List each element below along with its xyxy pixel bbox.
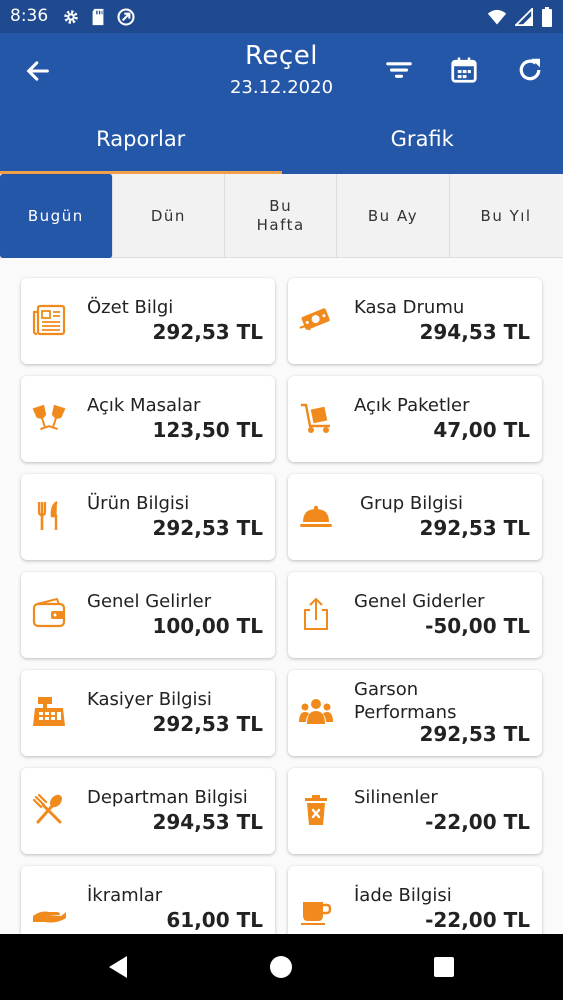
nav-recents-icon[interactable] <box>431 954 457 980</box>
report-cards-grid: Özet Bilgi 292,53 TL Kasa Drumu 294,53 T… <box>0 258 563 934</box>
card-value: -22,00 TL <box>425 908 530 932</box>
app-bar: Reçel 23.12.2020 <box>0 33 563 108</box>
card-value: 61,00 TL <box>166 908 263 932</box>
card-label: Grup Bilgisi <box>360 493 464 514</box>
status-time: 8:36 <box>10 6 49 26</box>
cutlery-icon <box>37 501 58 530</box>
card-value: -22,00 TL <box>425 810 530 834</box>
refresh-icon[interactable] <box>515 55 545 85</box>
trash-icon <box>305 795 327 825</box>
card-label: İade Bilgisi <box>354 885 452 906</box>
wifi-icon <box>487 9 507 25</box>
card-value: 294,53 TL <box>419 320 530 344</box>
cash-register-icon <box>33 697 65 726</box>
card-label: İkramlar <box>87 885 163 906</box>
card-value: 294,53 TL <box>152 810 263 834</box>
sd-card-icon <box>92 8 104 26</box>
card-value: 292,53 TL <box>419 722 530 746</box>
money-icon <box>299 308 330 331</box>
card-label: Genel Gelirler <box>87 591 212 612</box>
card-value: 292,53 TL <box>152 320 263 344</box>
status-bar: 8:36 <box>0 0 563 33</box>
card-genel-gelirler[interactable]: Genel Gelirler 100,00 TL <box>21 572 275 658</box>
battery-icon <box>542 7 552 27</box>
data-saver-icon <box>117 8 135 26</box>
card-label: Açık Masalar <box>87 395 201 416</box>
card-value: -50,00 TL <box>425 614 530 638</box>
dolly-box-icon <box>301 403 330 433</box>
card-label: Açık Paketler <box>354 395 470 416</box>
gear-icon <box>64 10 78 24</box>
card-ozet-bilgi[interactable]: Özet Bilgi 292,53 TL <box>21 278 275 364</box>
period-dun[interactable]: Dün <box>113 174 226 258</box>
wallet-icon <box>32 597 66 628</box>
tab-raporlar[interactable]: Raporlar <box>0 108 282 174</box>
tab-grafik[interactable]: Grafik <box>282 108 563 174</box>
card-kasiyer-bilgisi[interactable]: Kasiyer Bilgisi 292,53 TL <box>21 670 275 756</box>
calendar-icon[interactable] <box>449 55 479 85</box>
period-bugun[interactable]: Bugün <box>0 174 113 258</box>
cup-icon <box>301 902 332 925</box>
card-genel-giderler[interactable]: Genel Giderler -50,00 TL <box>288 572 542 658</box>
users-group-icon <box>299 699 333 724</box>
nav-back-icon[interactable] <box>105 954 131 980</box>
card-label: Genel Giderler <box>354 591 485 612</box>
card-acik-paketler[interactable]: Açık Paketler 47,00 TL <box>288 376 542 462</box>
signal-icon <box>515 8 533 26</box>
period-bu-yil[interactable]: Bu Yıl <box>450 174 563 258</box>
nav-home-icon[interactable] <box>268 954 294 980</box>
period-bu-hafta[interactable]: Bu Hafta <box>225 174 338 258</box>
cloche-icon <box>300 505 332 527</box>
newspaper-icon <box>32 304 66 336</box>
card-label: Özet Bilgi <box>87 297 174 318</box>
card-iade-bilgisi[interactable]: İade Bilgisi -22,00 TL <box>288 866 542 934</box>
card-ikramlar[interactable]: İkramlar 61,00 TL <box>21 866 275 934</box>
card-grup-bilgisi[interactable]: Grup Bilgisi 292,53 TL <box>288 474 542 560</box>
card-departman-bilgisi[interactable]: Departman Bilgisi 294,53 TL <box>21 768 275 854</box>
card-label: Kasa Drumu <box>354 297 465 318</box>
card-label: Departman Bilgisi <box>87 787 248 808</box>
system-nav-bar <box>0 934 563 1000</box>
card-label: Garson Performans <box>354 679 457 723</box>
card-label: Silinenler <box>354 787 438 808</box>
card-label: Ürün Bilgisi <box>87 493 190 514</box>
card-value: 47,00 TL <box>433 418 530 442</box>
card-value: 292,53 TL <box>419 516 530 540</box>
card-garson-performans[interactable]: Garson Performans 292,53 TL <box>288 670 542 756</box>
card-value: 292,53 TL <box>152 516 263 540</box>
card-urun-bilgisi[interactable]: Ürün Bilgisi 292,53 TL <box>21 474 275 560</box>
period-selector: Bugün Dün Bu Hafta Bu Ay Bu Yıl <box>0 174 563 258</box>
card-value: 100,00 TL <box>152 614 263 638</box>
spoon-fork-cross-icon <box>32 793 62 824</box>
card-kasa-drumu[interactable]: Kasa Drumu 294,53 TL <box>288 278 542 364</box>
card-silinenler[interactable]: Silinenler -22,00 TL <box>288 768 542 854</box>
glasses-toast-icon <box>32 404 66 431</box>
period-bu-ay[interactable]: Bu Ay <box>337 174 450 258</box>
report-tabs: Raporlar Grafik <box>0 108 563 174</box>
card-label: Kasiyer Bilgisi <box>87 689 212 710</box>
filter-icon[interactable] <box>384 55 414 85</box>
hand-offer-icon <box>33 911 66 923</box>
card-acik-masalar[interactable]: Açık Masalar 123,50 TL <box>21 376 275 462</box>
card-value: 292,53 TL <box>152 712 263 736</box>
upload-share-icon <box>304 597 328 630</box>
card-value: 123,50 TL <box>152 418 263 442</box>
